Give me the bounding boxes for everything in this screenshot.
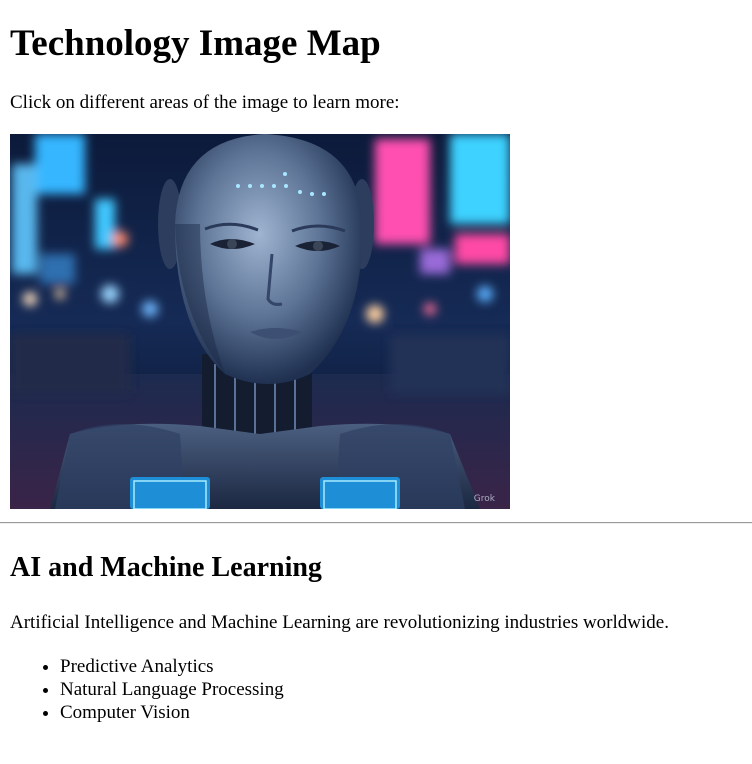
intro-text: Click on different areas of the image to…	[10, 92, 400, 113]
list-item: Computer Vision	[60, 701, 752, 724]
watermark-text: Grok	[474, 494, 496, 504]
page-title: Technology Image Map	[10, 23, 381, 64]
technology-image-map[interactable]: Grok	[10, 134, 510, 509]
feature-list: Predictive Analytics Natural Language Pr…	[10, 655, 752, 724]
page-content: Technology Image Map Click on different …	[0, 22, 752, 724]
robot-image: Grok	[10, 134, 510, 509]
section-description: Artificial Intelligence and Machine Lear…	[10, 612, 669, 633]
list-item: Predictive Analytics	[60, 655, 752, 678]
section-heading: AI and Machine Learning	[10, 552, 322, 583]
section-divider	[0, 522, 752, 524]
list-item: Natural Language Processing	[60, 678, 752, 701]
